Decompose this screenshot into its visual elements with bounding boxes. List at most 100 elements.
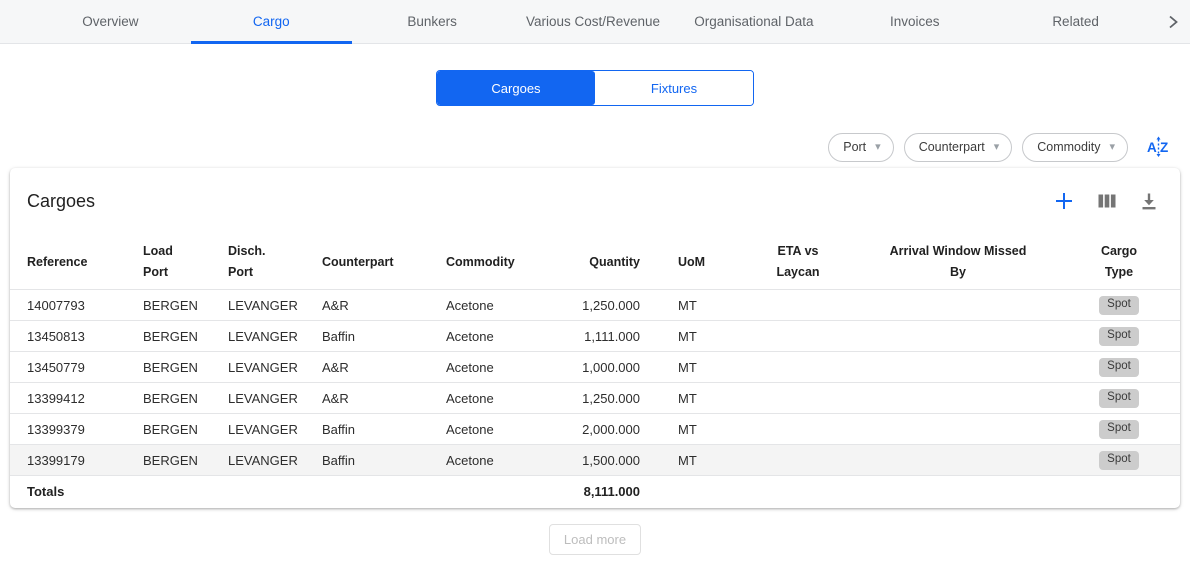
tab-overview[interactable]: Overview	[30, 0, 191, 43]
cell-quantity: 2,000.000	[558, 414, 648, 445]
filter-chip-label: Port	[843, 140, 866, 154]
filter-chip-commodity[interactable]: Commodity▾	[1022, 133, 1128, 162]
svg-text:A: A	[1147, 140, 1157, 155]
tab-organisational-data[interactable]: Organisational Data	[673, 0, 834, 43]
cell-commodity: Acetone	[438, 321, 558, 352]
column-header-uom[interactable]: UoM	[648, 235, 738, 290]
table-row[interactable]: 13399412BERGENLEVANGERA&RAcetone1,250.00…	[10, 383, 1180, 414]
chevron-down-icon: ▾	[1109, 142, 1115, 153]
filter-chip-label: Counterpart	[919, 140, 985, 154]
card-actions	[1052, 189, 1160, 213]
cargoes-card: Cargoes	[10, 168, 1180, 508]
cell-uom: MT	[648, 290, 738, 321]
tab-invoices[interactable]: Invoices	[834, 0, 995, 43]
cell-reference: 13399412	[10, 383, 135, 414]
cargo-type-badge: Spot	[1099, 420, 1139, 439]
cell-uom: MT	[648, 321, 738, 352]
column-header-eta-vs-laycan[interactable]: ETA vs Laycan	[738, 235, 858, 290]
cargoes-table: ReferenceLoad PortDisch. PortCounterpart…	[10, 235, 1180, 508]
column-header-load-port[interactable]: Load Port	[135, 235, 220, 290]
add-cargo-button[interactable]	[1052, 189, 1076, 213]
cell-arrival-window-missed-by	[858, 414, 1058, 445]
column-header-disch-port[interactable]: Disch. Port	[220, 235, 314, 290]
chevron-down-icon: ▾	[994, 142, 1000, 153]
filter-chip-counterpart[interactable]: Counterpart ▾	[904, 133, 1013, 162]
cell-counterpart: A&R	[314, 383, 438, 414]
column-header-arrival-window-missed-by[interactable]: Arrival Window Missed By	[858, 235, 1058, 290]
cell-reference: 13450779	[10, 352, 135, 383]
cell-uom: MT	[648, 383, 738, 414]
cell-empty	[438, 476, 558, 508]
cell-eta-vs-laycan	[738, 290, 858, 321]
table-row[interactable]: 13450813BERGENLEVANGERBaffinAcetone1,111…	[10, 321, 1180, 352]
column-header-cargo-type[interactable]: Cargo Type	[1058, 235, 1180, 290]
cell-counterpart: Baffin	[314, 321, 438, 352]
cell-cargo-type: Spot	[1058, 352, 1180, 383]
cargo-type-badge: Spot	[1099, 451, 1139, 470]
view-columns-icon	[1096, 190, 1118, 212]
tab-related[interactable]: Related	[995, 0, 1156, 43]
cell-arrival-window-missed-by	[858, 383, 1058, 414]
cell-cargo-type: Spot	[1058, 321, 1180, 352]
tab-various-cost-revenue[interactable]: Various Cost/Revenue	[513, 0, 674, 43]
top-nav: OverviewCargoBunkersVarious Cost/Revenue…	[0, 0, 1190, 44]
view-toggle-cargoes[interactable]: Cargoes	[437, 71, 595, 105]
cell-load-port: BERGEN	[135, 383, 220, 414]
cell-eta-vs-laycan	[738, 414, 858, 445]
tab-bunkers[interactable]: Bunkers	[352, 0, 513, 43]
cell-quantity: 1,500.000	[558, 445, 648, 476]
load-more-button[interactable]: Load more	[549, 524, 641, 555]
cell-cargo-type: Spot	[1058, 383, 1180, 414]
table-row[interactable]: 13450779BERGENLEVANGERA&RAcetone1,000.00…	[10, 352, 1180, 383]
cell-reference: 13399179	[10, 445, 135, 476]
cell-quantity: 1,250.000	[558, 383, 648, 414]
cell-uom: MT	[648, 352, 738, 383]
cell-cargo-type: Spot	[1058, 414, 1180, 445]
column-header-commodity[interactable]: Commodity	[438, 235, 558, 290]
cell-eta-vs-laycan	[738, 352, 858, 383]
cell-quantity: 1,111.000	[558, 321, 648, 352]
totals-label: Totals	[10, 476, 135, 508]
cell-disch-port: LEVANGER	[220, 445, 314, 476]
table-row[interactable]: 13399179BERGENLEVANGERBaffinAcetone1,500…	[10, 445, 1180, 476]
sort-alpha-button[interactable]: A Z	[1146, 135, 1172, 159]
cell-reference: 13399379	[10, 414, 135, 445]
cell-load-port: BERGEN	[135, 321, 220, 352]
totals-row: Totals 8,111.000	[10, 476, 1180, 508]
column-header-counterpart[interactable]: Counterpart	[314, 235, 438, 290]
cell-load-port: BERGEN	[135, 290, 220, 321]
filter-chips: Port▾Counterpart▾Commodity▾	[828, 133, 1128, 162]
cell-quantity: 1,000.000	[558, 352, 648, 383]
cell-counterpart: A&R	[314, 290, 438, 321]
tab-cargo[interactable]: Cargo	[191, 0, 352, 43]
cell-empty	[220, 476, 314, 508]
cell-arrival-window-missed-by	[858, 352, 1058, 383]
cell-empty	[858, 476, 1058, 508]
view-toggle: CargoesFixtures	[436, 70, 754, 106]
view-toggle-fixtures[interactable]: Fixtures	[595, 71, 753, 105]
totals-quantity: 8,111.000	[558, 476, 648, 508]
sort-alpha-icon: A Z	[1146, 135, 1172, 159]
table-row[interactable]: 14007793BERGENLEVANGERA&RAcetone1,250.00…	[10, 290, 1180, 321]
column-header-quantity[interactable]: Quantity	[558, 235, 648, 290]
table-body: 14007793BERGENLEVANGERA&RAcetone1,250.00…	[10, 290, 1180, 476]
table-row[interactable]: 13399379BERGENLEVANGERBaffinAcetone2,000…	[10, 414, 1180, 445]
cell-cargo-type: Spot	[1058, 445, 1180, 476]
filter-chip-port[interactable]: Port ▾	[828, 133, 893, 162]
table-header-row: ReferenceLoad PortDisch. PortCounterpart…	[10, 235, 1180, 290]
cell-counterpart: Baffin	[314, 414, 438, 445]
column-header-reference[interactable]: Reference	[10, 235, 135, 290]
card-header: Cargoes	[10, 168, 1180, 235]
cargo-type-badge: Spot	[1099, 296, 1139, 315]
download-button[interactable]	[1138, 190, 1160, 212]
cell-arrival-window-missed-by	[858, 290, 1058, 321]
cell-disch-port: LEVANGER	[220, 352, 314, 383]
cell-disch-port: LEVANGER	[220, 290, 314, 321]
cell-arrival-window-missed-by	[858, 321, 1058, 352]
nav-overflow-button[interactable]	[1156, 0, 1190, 43]
cell-reference: 13450813	[10, 321, 135, 352]
cell-quantity: 1,250.000	[558, 290, 648, 321]
cell-commodity: Acetone	[438, 414, 558, 445]
chevron-down-icon: ▾	[875, 142, 881, 153]
columns-button[interactable]	[1096, 190, 1118, 212]
